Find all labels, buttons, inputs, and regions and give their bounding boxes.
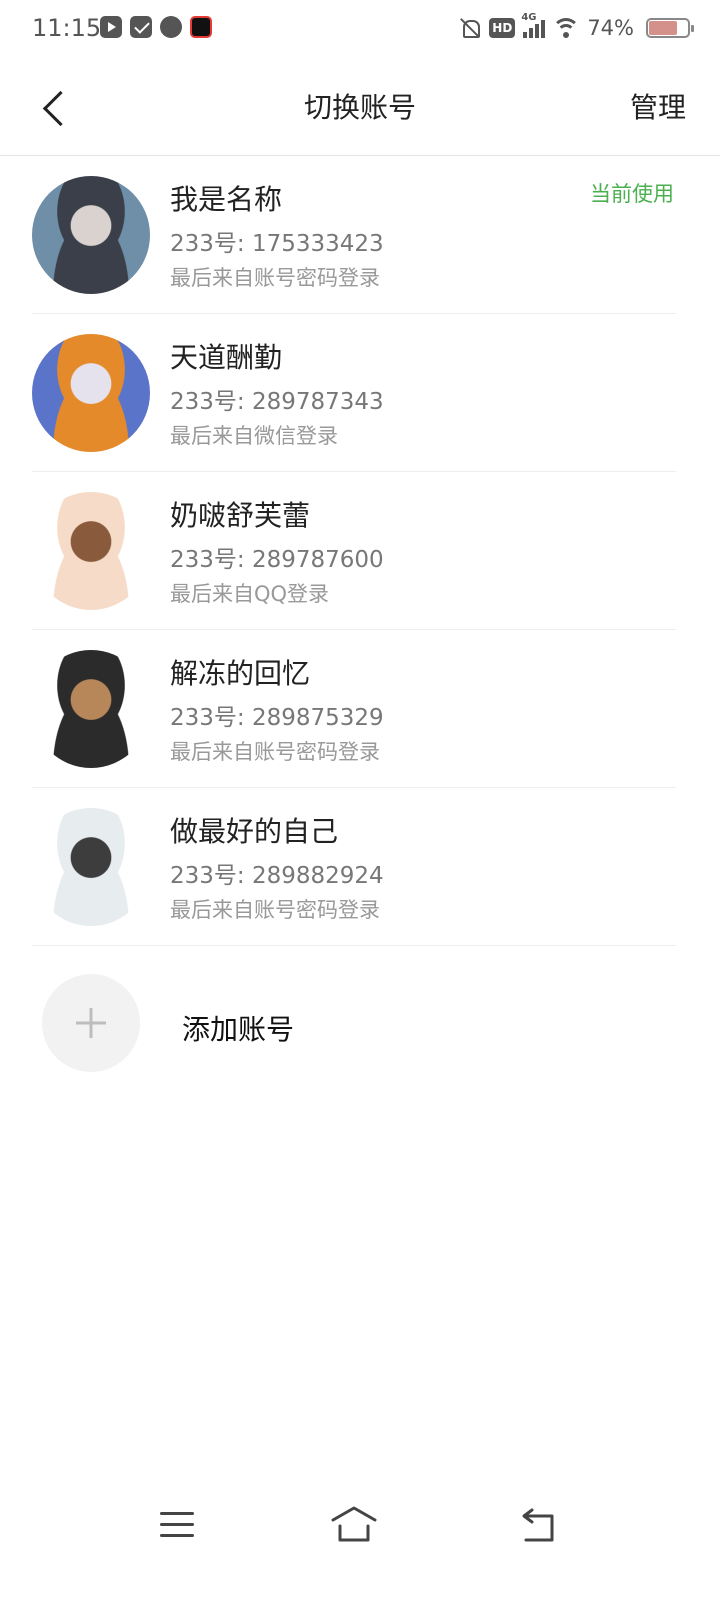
account-item[interactable]: 天道酬勤 233号: 289787343 最后来自微信登录 [32, 314, 676, 472]
account-item[interactable]: 我是名称 233号: 175333423 最后来自账号密码登录 当前使用 [32, 156, 676, 314]
mail-app-icon [130, 16, 152, 38]
menu-icon[interactable] [160, 1512, 194, 1542]
account-list: 我是名称 233号: 175333423 最后来自账号密码登录 当前使用 天道酬… [32, 156, 676, 946]
account-id: 233号: 289875329 [170, 705, 384, 731]
hd-icon: HD [489, 18, 516, 38]
account-id: 233号: 289882924 [170, 863, 384, 889]
account-login-method: 最后来自账号密码登录 [170, 266, 380, 290]
avatar [32, 334, 150, 452]
account-item[interactable]: 奶啵舒芙蕾 233号: 289787600 最后来自QQ登录 [32, 472, 676, 630]
signal-icon: 4G [521, 12, 546, 38]
add-account-button[interactable]: 添加账号 [32, 972, 676, 1074]
chat-app-icon [160, 16, 182, 38]
account-name: 我是名称 [170, 183, 283, 216]
video-app-icon [100, 16, 122, 38]
return-icon[interactable] [518, 1506, 558, 1546]
system-nav-bar [0, 1490, 720, 1570]
avatar [32, 650, 150, 768]
manage-button[interactable]: 管理 [630, 86, 686, 126]
notification-icons [100, 16, 212, 38]
add-account-label: 添加账号 [182, 1013, 295, 1046]
network-type-label: 4G [521, 12, 537, 23]
account-id: 233号: 175333423 [170, 231, 384, 257]
avatar [32, 492, 150, 610]
account-name: 解冻的回忆 [170, 657, 311, 690]
battery-percent: 74% [587, 16, 634, 40]
account-name: 天道酬勤 [170, 341, 283, 374]
account-login-method: 最后来自账号密码登录 [170, 898, 380, 922]
avatar [32, 808, 150, 926]
account-item[interactable]: 做最好的自己 233号: 289882924 最后来自账号密码登录 [32, 788, 676, 946]
account-id: 233号: 289787343 [170, 389, 384, 415]
battery-icon [646, 18, 694, 38]
account-login-method: 最后来自账号密码登录 [170, 740, 380, 764]
account-item[interactable]: 解冻的回忆 233号: 289875329 最后来自账号密码登录 [32, 630, 676, 788]
plus-icon[interactable] [42, 974, 140, 1072]
account-login-method: 最后来自微信登录 [170, 424, 338, 448]
page-title: 切换账号 [303, 91, 416, 124]
status-time: 11:15 [32, 14, 102, 42]
mute-icon [459, 17, 481, 39]
home-icon[interactable] [330, 1504, 378, 1544]
account-name: 奶啵舒芙蕾 [170, 499, 311, 532]
app-header: 切换账号 管理 [0, 58, 720, 156]
status-bar: 11:15 HD 4G 74% [0, 0, 720, 58]
current-account-badge: 当前使用 [590, 182, 674, 206]
wifi-icon [553, 18, 580, 38]
media-app-icon [190, 16, 212, 38]
account-id: 233号: 289787600 [170, 547, 384, 573]
account-name: 做最好的自己 [170, 815, 339, 848]
avatar [32, 176, 150, 294]
account-login-method: 最后来自QQ登录 [170, 582, 330, 606]
system-status: HD 4G 74% [459, 12, 694, 40]
battery-fill [649, 21, 678, 35]
